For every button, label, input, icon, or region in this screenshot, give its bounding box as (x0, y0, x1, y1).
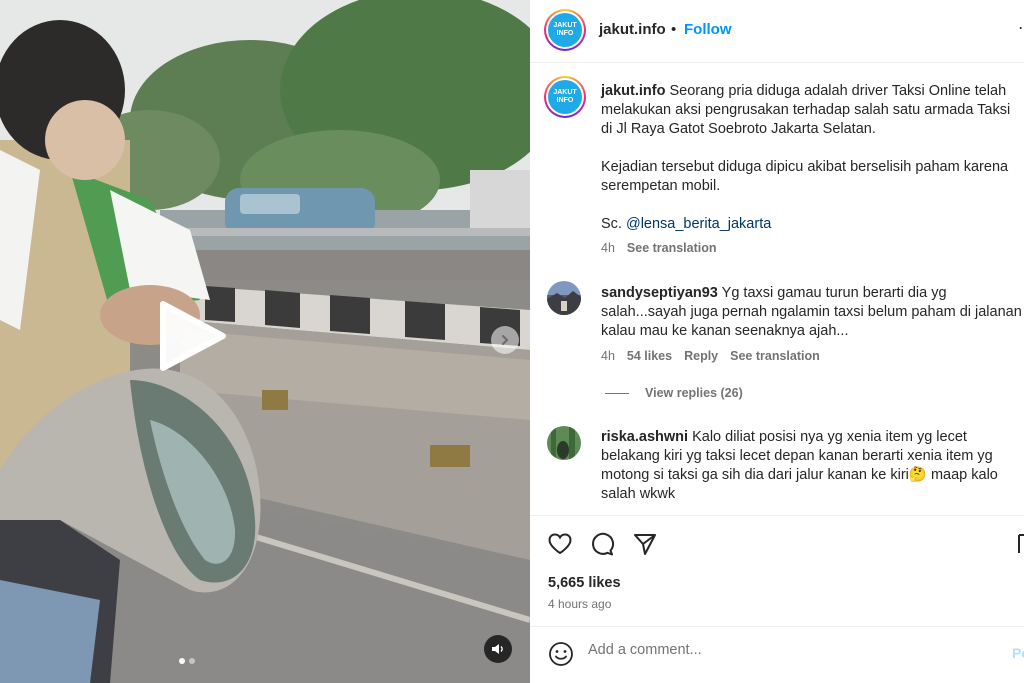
logo-text-line1: JAKUT (553, 89, 577, 96)
more-icon[interactable]: ⋯ (1018, 18, 1024, 38)
comment-likes[interactable]: 54 likes (627, 349, 672, 363)
carousel-dot-active (179, 658, 185, 664)
comment-time: 4h (601, 349, 615, 363)
comment-see-translation[interactable]: See translation (730, 349, 820, 363)
post-time: 4 hours ago (548, 597, 612, 611)
caption: jakut.info Seorang pria diduga adalah dr… (601, 82, 1024, 139)
post-details-panel: JAKUT INFO jakut.info • Follow ⋯ JAKUT I… (530, 0, 1024, 683)
post-header: JAKUT INFO jakut.info • Follow ⋯ (530, 0, 1024, 63)
share-icon[interactable] (632, 531, 658, 562)
logo-text-line2: INFO (556, 30, 574, 37)
comment-username[interactable]: riska.ashwni (601, 429, 688, 445)
post-button[interactable]: Post (1012, 645, 1024, 661)
author-avatar[interactable]: JAKUT INFO (544, 9, 586, 51)
caption-username[interactable]: jakut.info (601, 83, 665, 99)
header-username[interactable]: jakut.info (599, 21, 666, 38)
caption-meta: 4h See translation (601, 241, 717, 255)
likes-count[interactable]: 5,665 likes (548, 575, 621, 591)
heart-icon[interactable] (547, 531, 573, 562)
commenter-avatar[interactable] (547, 426, 581, 460)
play-button[interactable] (157, 300, 227, 372)
mute-button[interactable] (484, 635, 512, 663)
view-replies-label: View replies (26) (645, 386, 743, 400)
jakut-info-logo: JAKUT INFO (548, 80, 582, 114)
caption-avatar[interactable]: JAKUT INFO (544, 76, 586, 118)
emoji-icon[interactable] (548, 641, 574, 672)
speaker-icon (492, 644, 503, 654)
caption-see-translation[interactable]: See translation (627, 241, 717, 255)
next-slide-button[interactable] (491, 326, 519, 354)
logo-text-line2: INFO (556, 97, 574, 104)
comment-composer: Post (530, 626, 1024, 683)
chevron-right-icon (502, 335, 509, 345)
comment-meta: 4h 54 likes Reply See translation (601, 349, 820, 363)
credit-prefix: Sc. (601, 216, 622, 232)
save-icon[interactable] (1018, 531, 1024, 562)
post-actions: 5,665 likes 4 hours ago (530, 515, 1024, 625)
caption-credit: Sc. @lensa_berita_jakarta (601, 215, 1024, 234)
follow-button[interactable]: Follow (684, 21, 732, 38)
comment-username[interactable]: sandyseptiyan93 (601, 285, 718, 301)
carousel-indicator (179, 658, 195, 664)
header-separator: • (671, 21, 677, 38)
post-media[interactable] (0, 0, 530, 683)
reply-button[interactable]: Reply (684, 349, 718, 363)
video-frame (0, 0, 530, 683)
play-icon (160, 301, 226, 371)
jakut-info-logo: JAKUT INFO (548, 13, 582, 47)
comment: sandyseptiyan93 Yg taxsi gamau turun ber… (601, 284, 1024, 341)
comment-input[interactable] (588, 642, 988, 658)
avatar-photo (547, 281, 581, 315)
commenter-avatar[interactable] (547, 281, 581, 315)
avatar-photo (547, 426, 581, 460)
caption-time: 4h (601, 241, 615, 255)
replies-divider (605, 392, 629, 394)
comment-icon[interactable] (589, 531, 615, 562)
credit-mention-link[interactable]: @lensa_berita_jakarta (626, 216, 771, 232)
logo-text-line1: JAKUT (553, 22, 577, 29)
view-replies-button[interactable]: View replies (26) (605, 386, 743, 400)
comment: riska.ashwni Kalo diliat posisi nya yg x… (601, 428, 1024, 504)
carousel-dot (189, 658, 195, 664)
caption-paragraph-2: Kejadian tersebut diduga dipicu akibat b… (601, 159, 1009, 194)
